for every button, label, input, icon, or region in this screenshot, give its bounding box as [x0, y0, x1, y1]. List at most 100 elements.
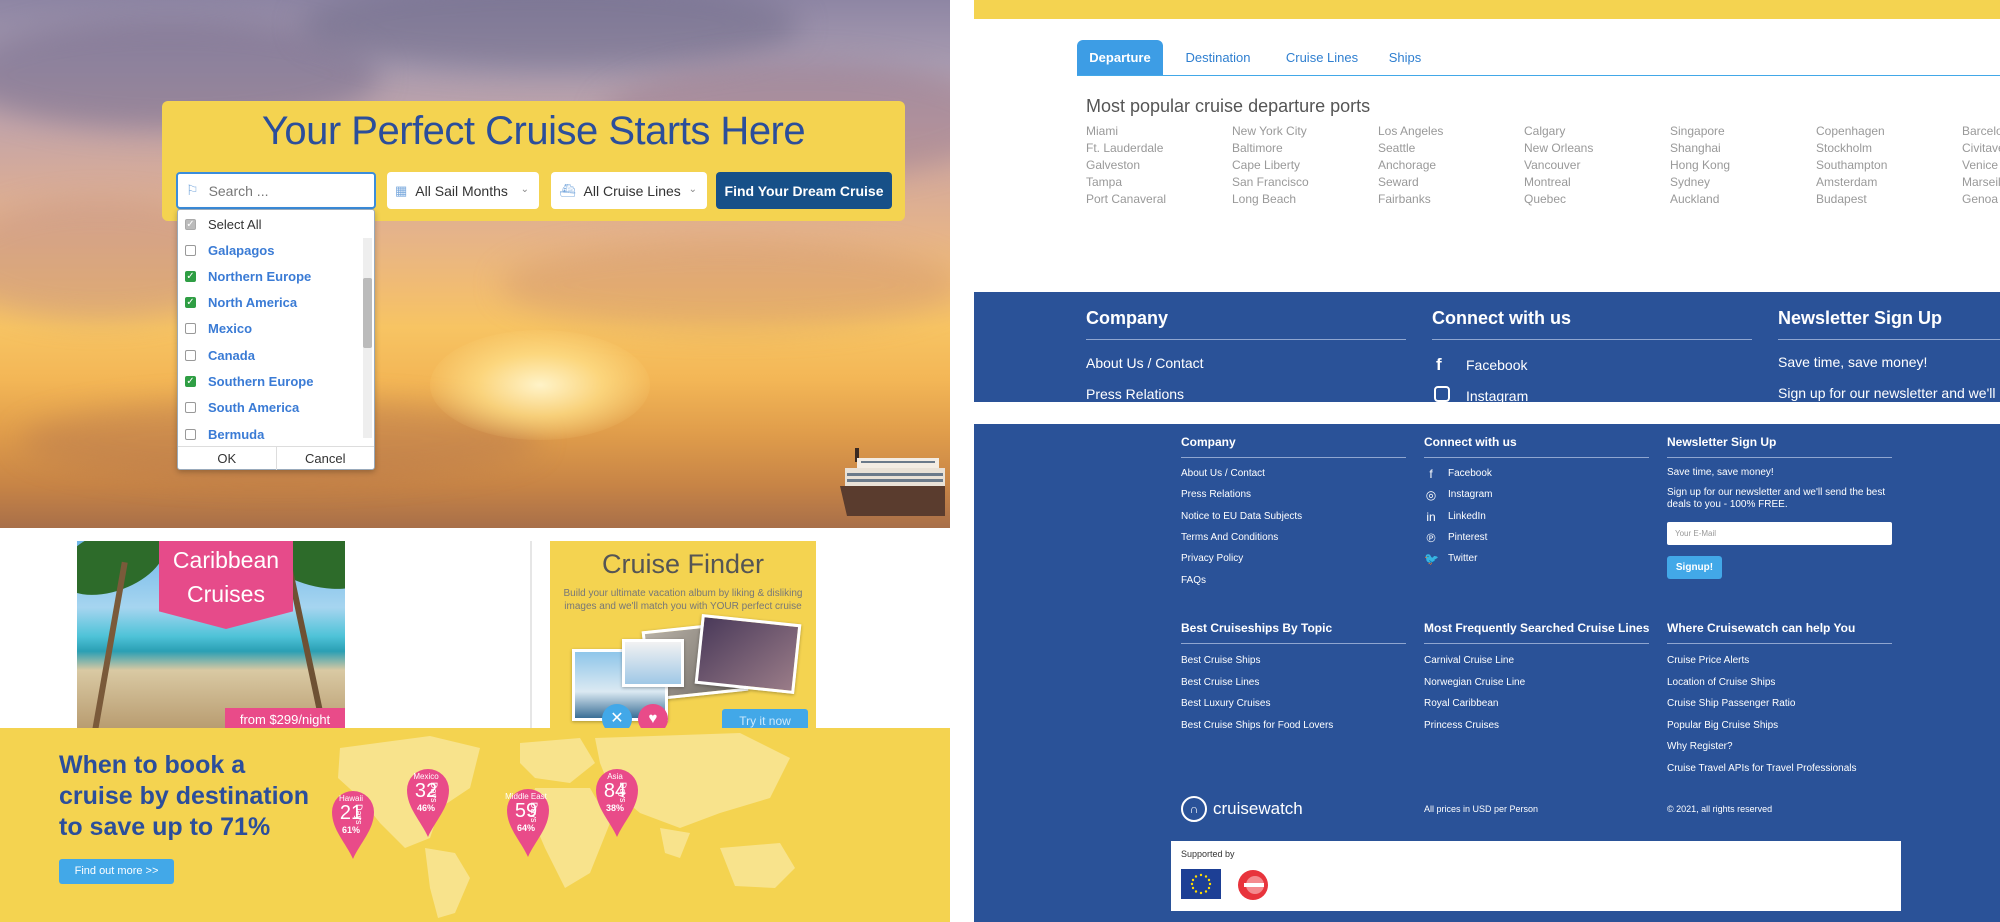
port-link[interactable]: Singapore — [1670, 123, 1810, 140]
tab-cruise-lines[interactable]: Cruise Lines — [1277, 40, 1367, 75]
tab-destination[interactable]: Destination — [1175, 40, 1261, 75]
destination-pin[interactable]: Middle East 59 Days 64% — [505, 786, 555, 858]
email-field[interactable]: Your E-Mail — [1667, 522, 1892, 545]
port-link[interactable]: Seattle — [1378, 140, 1518, 157]
topic-link[interactable]: Best Cruise Lines — [1181, 677, 1259, 688]
port-link[interactable]: Venice — [1962, 157, 2000, 174]
port-link[interactable]: Barcelona — [1962, 123, 2000, 140]
port-link[interactable]: Amsterdam — [1816, 174, 1956, 191]
port-link[interactable]: Civitavecchia — [1962, 140, 2000, 157]
tab-ships[interactable]: Ships — [1377, 40, 1433, 75]
help-link[interactable]: Cruise Travel APIs for Travel Profession… — [1667, 763, 1857, 774]
cruise-line-link[interactable]: Princess Cruises — [1424, 720, 1499, 731]
destination-option[interactable]: South America — [178, 395, 363, 421]
find-out-more-button[interactable]: Find out more >> — [59, 859, 174, 884]
checkbox[interactable]: ✓ — [185, 218, 196, 230]
checkbox-checked[interactable]: ✓ — [185, 270, 196, 282]
port-link[interactable]: Sydney — [1670, 174, 1810, 191]
destination-option[interactable]: Galapagos — [178, 237, 363, 263]
checkbox[interactable] — [185, 349, 196, 361]
destination-option[interactable]: Canada — [178, 342, 363, 368]
port-link[interactable]: Galveston — [1086, 157, 1226, 174]
cruisewatch-logo[interactable]: ∩ cruisewatch — [1181, 794, 1303, 824]
port-link[interactable]: Ft. Lauderdale — [1086, 140, 1226, 157]
help-link[interactable]: Popular Big Cruise Ships — [1667, 720, 1778, 731]
help-link[interactable]: Why Register? — [1667, 741, 1733, 752]
port-link[interactable]: Shanghai — [1670, 140, 1810, 157]
port-link[interactable]: Genoa & — [1962, 191, 2000, 208]
port-link[interactable]: San Francisco — [1232, 174, 1372, 191]
port-link[interactable]: Calgary — [1524, 123, 1664, 140]
cruise-finder-card[interactable]: Cruise Finder Build your ultimate vacati… — [550, 541, 816, 731]
port-link[interactable]: Miami — [1086, 123, 1226, 140]
port-link[interactable]: New Orleans — [1524, 140, 1664, 157]
topic-link[interactable]: Best Luxury Cruises — [1181, 698, 1270, 709]
port-link[interactable]: Cape Liberty — [1232, 157, 1372, 174]
port-link[interactable]: Baltimore — [1232, 140, 1372, 157]
topic-link[interactable]: Best Cruise Ships — [1181, 655, 1260, 666]
port-link[interactable]: Quebec — [1524, 191, 1664, 208]
company-link[interactable]: FAQs — [1181, 575, 1206, 586]
port-link[interactable]: Copenhagen — [1816, 123, 1956, 140]
port-link[interactable]: Budapest — [1816, 191, 1956, 208]
find-cruise-button[interactable]: Find Your Dream Cruise — [716, 172, 892, 209]
checkbox[interactable] — [185, 428, 196, 440]
port-link[interactable]: Montreal — [1524, 174, 1664, 191]
signup-button[interactable]: Signup! — [1667, 556, 1722, 579]
help-link[interactable]: Cruise Price Alerts — [1667, 655, 1749, 666]
company-link[interactable]: Terms And Conditions — [1181, 532, 1278, 543]
cruise-line-select[interactable]: ⛴ All Cruise Lines ⌄ — [551, 172, 707, 209]
port-link[interactable]: Port Canaveral — [1086, 191, 1226, 208]
port-link[interactable]: Southampton — [1816, 157, 1956, 174]
destination-pin[interactable]: Asia 84 Days 38% — [594, 766, 644, 838]
port-link[interactable]: New York City — [1232, 123, 1372, 140]
company-link[interactable]: Notice to EU Data Subjects — [1181, 511, 1302, 522]
dropdown-scrollbar[interactable] — [363, 238, 372, 438]
instagram-link[interactable]: Instagram — [1466, 388, 1528, 402]
select-all-option[interactable]: ✓ Select All — [178, 211, 363, 237]
scrollbar-thumb[interactable] — [363, 278, 372, 348]
cancel-button[interactable]: Cancel — [277, 447, 375, 470]
help-link[interactable]: Location of Cruise Ships — [1667, 677, 1775, 688]
topic-link[interactable]: Best Cruise Ships for Food Lovers — [1181, 720, 1333, 731]
port-link[interactable]: Hong Kong — [1670, 157, 1810, 174]
checkbox[interactable] — [185, 402, 196, 414]
destination-option[interactable]: Bermuda — [178, 421, 363, 447]
destination-option[interactable]: ✓ Northern Europe — [178, 263, 363, 289]
destination-option[interactable]: ✓ North America — [178, 290, 363, 316]
search-input[interactable]: ⚐ Search ... — [176, 172, 376, 209]
checkbox-checked[interactable]: ✓ — [185, 297, 196, 309]
help-link[interactable]: Cruise Ship Passenger Ratio — [1667, 698, 1795, 709]
social-link[interactable]: LinkedIn — [1448, 511, 1486, 522]
destination-option[interactable]: Mexico — [178, 316, 363, 342]
company-link[interactable]: Press Relations — [1181, 489, 1251, 500]
social-link[interactable]: Instagram — [1448, 489, 1492, 500]
ok-button[interactable]: OK — [178, 447, 277, 470]
port-link[interactable]: Seward — [1378, 174, 1518, 191]
social-link[interactable]: Facebook — [1448, 468, 1492, 479]
port-link[interactable]: Tampa — [1086, 174, 1226, 191]
caribbean-cruises-card[interactable]: Caribbean Cruises from $299/night — [77, 541, 345, 731]
cruise-line-link[interactable]: Royal Caribbean — [1424, 698, 1499, 709]
checkbox[interactable] — [185, 323, 196, 335]
press-relations-link[interactable]: Press Relations — [1086, 386, 1184, 402]
social-link[interactable]: Twitter — [1448, 553, 1477, 564]
cruise-line-link[interactable]: Norwegian Cruise Line — [1424, 677, 1525, 688]
facebook-link[interactable]: Facebook — [1466, 357, 1527, 373]
like-button[interactable]: ♥ — [638, 704, 668, 731]
destination-pin[interactable]: Hawaii 21 Days 61% — [330, 788, 380, 860]
port-link[interactable]: Stockholm — [1816, 140, 1956, 157]
checkbox[interactable] — [185, 244, 196, 256]
destination-pin[interactable]: Mexico 32 Days 46% — [405, 766, 455, 838]
port-link[interactable]: Los Angeles — [1378, 123, 1518, 140]
dislike-button[interactable]: ✕ — [602, 704, 632, 731]
social-link[interactable]: Pinterest — [1448, 532, 1487, 543]
port-link[interactable]: Vancouver — [1524, 157, 1664, 174]
company-link[interactable]: About Us / Contact — [1181, 468, 1265, 479]
port-link[interactable]: Long Beach — [1232, 191, 1372, 208]
destination-option[interactable]: ✓ Southern Europe — [178, 369, 363, 395]
port-link[interactable]: Anchorage — [1378, 157, 1518, 174]
company-link[interactable]: Privacy Policy — [1181, 553, 1243, 564]
cruise-line-link[interactable]: Carnival Cruise Line — [1424, 655, 1514, 666]
tab-departure[interactable]: Departure — [1077, 40, 1163, 75]
